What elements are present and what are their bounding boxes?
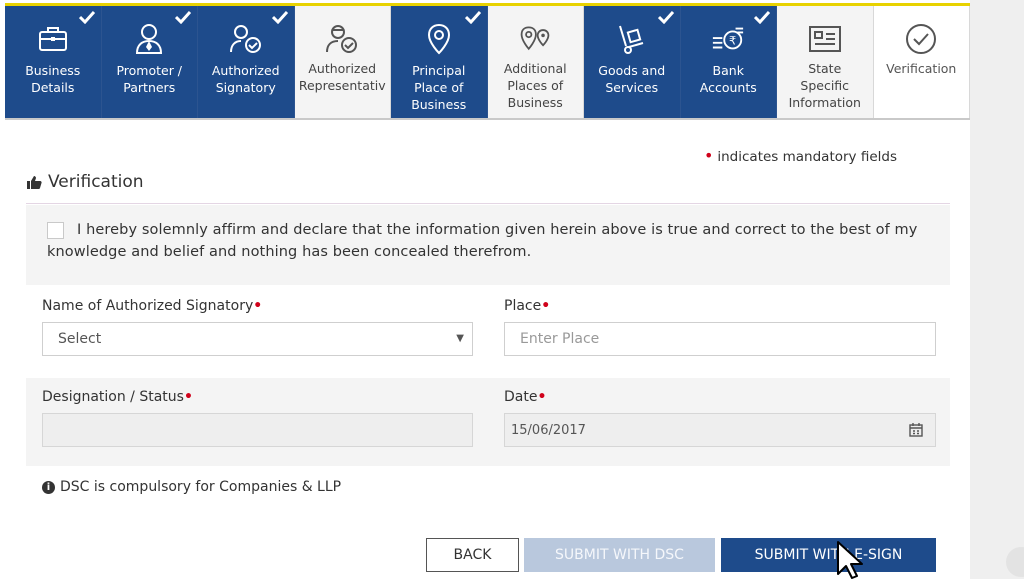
tab-state-specific-information[interactable]: State Specific Information [777,6,874,119]
required-marker: • [703,146,714,165]
submit-with-dsc-button[interactable]: SUBMIT WITH DSC [524,538,715,572]
tab-label: Authorized Signatory [211,63,280,95]
tab-label: Principal Place of Business [411,63,467,112]
check-icon [754,10,770,24]
date-label-wrap: Date• [504,389,546,405]
check-icon [657,10,674,24]
svg-text:₹: ₹ [729,34,736,48]
person-icon [132,22,166,56]
place-placeholder: Enter Place [520,331,600,347]
section-divider [26,203,950,204]
required-marker: • [183,389,193,405]
tab-label: Business Details [25,63,81,95]
section-title: Verification [48,172,144,192]
mandatory-note-text: indicates mandatory fields [717,149,897,165]
briefcase-icon [36,22,70,56]
check-icon [464,10,481,24]
tab-label: Authorized Representativ [298,61,386,93]
tab-promoter-partners[interactable]: Promoter / Partners [101,6,198,119]
thumbs-up-icon [27,176,42,189]
designation-label-wrap: Designation / Status• [42,389,193,405]
designation-label: Designation / Status [42,389,184,405]
calendar-icon [909,423,923,437]
mandatory-fields-note: • indicates mandatory fields [704,146,897,165]
required-marker: • [253,298,263,314]
signatory-label-wrap: Name of Authorized Signatory• [42,298,262,314]
back-button[interactable]: BACK [426,538,519,572]
declaration-checkbox[interactable] [47,222,64,239]
tab-label: Promoter / Partners [116,63,183,95]
tab-business-details[interactable]: Business Details [5,6,102,119]
tab-label: Verification [886,61,957,76]
tab-authorized-signatory[interactable]: Authorized Signatory [198,6,295,119]
signatory-label: Name of Authorized Signatory [42,298,254,314]
check-icon [175,10,191,24]
page-side-margin [970,0,1024,579]
check-icon [271,10,288,24]
hand-truck-icon [615,22,649,56]
check-circle-icon [904,22,938,56]
place-label: Place [504,298,542,314]
required-marker: • [541,298,551,314]
section-header: Verification [26,172,144,192]
rupee-coins-icon: ₹ [711,22,745,56]
check-icon [78,10,95,24]
declaration-text: I hereby solemnly affirm and declare tha… [47,222,918,260]
date-label: Date [504,389,538,405]
tab-goods-and-services[interactable]: Goods and Services [584,6,681,119]
place-label-wrap: Place• [504,298,550,314]
tab-label: Goods and Services [598,63,666,95]
dsc-note: i DSC is compulsory for Companies & LLP [42,479,341,495]
tabs-divider [5,118,970,120]
signatory-select-value: Select [58,331,102,347]
tab-label: State Specific Information [788,61,861,110]
required-marker: • [537,389,547,405]
submit-with-esign-button[interactable]: SUBMIT WITH E-SIGN [721,538,936,572]
tab-additional-places-of-business[interactable]: Additional Places of Business [487,6,584,119]
signatory-icon [229,22,263,56]
place-input[interactable]: Enter Place [504,322,936,356]
date-field: 15/06/2017 [504,413,936,447]
tab-label: Bank Accounts [699,63,757,95]
designation-field [42,413,473,447]
info-icon: i [42,480,55,494]
location-pin-icon [422,22,456,56]
tab-principal-place-of-business[interactable]: Principal Place of Business [391,6,488,119]
dsc-note-text: DSC is compulsory for Companies & LLP [60,479,342,495]
tab-authorized-representative[interactable]: Authorized Representativ [294,6,391,119]
signatory-select[interactable]: Select ▼ [42,322,473,356]
tab-label: Additional Places of Business [503,61,567,110]
caret-down-icon: ▼ [456,333,464,344]
date-value: 15/06/2017 [511,422,586,438]
tab-bank-accounts[interactable]: ₹ Bank Accounts [680,6,777,119]
representative-icon [325,22,359,56]
multiple-location-pins-icon [518,22,552,56]
gst-registration-page: Business Details Promoter / Partners Aut… [0,0,970,579]
tab-verification[interactable]: Verification [873,6,970,119]
mouse-pointer-icon [837,541,863,579]
registration-step-tabs: Business Details Promoter / Partners Aut… [5,3,970,119]
id-card-icon [808,22,842,56]
